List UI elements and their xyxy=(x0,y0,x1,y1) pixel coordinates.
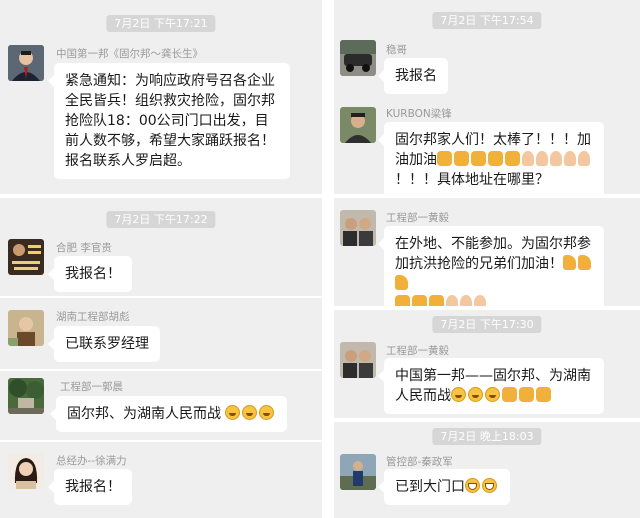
message-bubble[interactable]: 我报名！ xyxy=(48,256,132,292)
sender-name: 总经办--徐满力 xyxy=(56,455,127,467)
smiling-face-icon xyxy=(242,405,258,420)
praying-hands-icon xyxy=(460,295,472,306)
fist-icon xyxy=(471,151,486,166)
fist-icon xyxy=(454,151,469,166)
chat-panel: 7月2日 下午17:22 合肥 李官贵 我报名！ 湖南工程部胡彪 已联系罗经理 … xyxy=(0,198,322,518)
thumbs-up-icon xyxy=(563,255,576,270)
sender-name: 工程部一郭晨 xyxy=(60,381,123,393)
woman-avatar-icon xyxy=(8,453,44,489)
outdoor-avatar-icon xyxy=(340,454,376,490)
fist-icon xyxy=(488,151,503,166)
fist-icon xyxy=(395,295,410,306)
message-bubble[interactable]: 已到大门口 xyxy=(378,469,510,505)
message-bubble[interactable]: 中国第一邦——固尔邦、为湖南人民而战 xyxy=(378,358,604,414)
garden-avatar-icon xyxy=(8,378,44,414)
message-text: 已到大门口 xyxy=(395,479,465,495)
message-bubble[interactable]: 我报名 xyxy=(378,58,448,94)
thumbs-up-icon xyxy=(395,275,408,290)
message-bubble[interactable]: 固尔邦家人们！太棒了！！！加油加油！！！具体地址在哪里？ xyxy=(378,122,604,194)
praying-hands-icon xyxy=(522,151,534,166)
smiling-face-icon xyxy=(451,387,466,402)
praying-hands-icon xyxy=(578,151,590,166)
avatar[interactable] xyxy=(8,378,44,414)
fist-icon xyxy=(519,387,534,402)
divider xyxy=(0,440,322,442)
timestamp: 7月2日 下午17:54 xyxy=(432,12,542,29)
praying-hands-icon xyxy=(550,151,562,166)
smiling-face-icon xyxy=(485,387,500,402)
avatar[interactable] xyxy=(340,342,376,378)
grinning-face-icon xyxy=(465,478,480,493)
fist-icon xyxy=(429,295,444,306)
divider xyxy=(0,296,322,298)
child-avatar-icon xyxy=(8,310,44,346)
smiling-face-icon xyxy=(259,405,275,420)
timestamp: 7月2日 下午17:30 xyxy=(432,316,542,333)
fist-icon xyxy=(437,151,452,166)
message-bubble[interactable]: 在外地、不能参加。为固尔邦参加抗洪抢险的兄弟们加油！ xyxy=(378,226,604,306)
praying-hands-icon xyxy=(446,295,458,306)
fist-icon xyxy=(505,151,520,166)
sender-name: 湖南工程部胡彪 xyxy=(56,311,130,323)
avatar[interactable] xyxy=(340,210,376,246)
message-bubble[interactable]: 紧急通知：为响应政府号召各企业全民皆兵！组织救灾抢险，固尔邦抢险队18：00公司… xyxy=(48,63,290,179)
message-bubble[interactable]: 已联系罗经理 xyxy=(48,326,160,362)
sender-name: 管控部-秦政军 xyxy=(386,456,453,468)
praying-hands-icon xyxy=(474,295,486,306)
avatar[interactable] xyxy=(8,45,44,81)
avatar[interactable] xyxy=(340,107,376,143)
chat-panel: 7月2日 下午17:30 工程部一黄毅 中国第一邦——固尔邦、为湖南人民而战 xyxy=(334,310,640,418)
chat-panel: 7月2日 下午17:21 中国第一邦《固尔邦～龚长生》 紧急通知：为响应政府号召… xyxy=(0,0,322,194)
smiling-face-icon xyxy=(468,387,483,402)
message-text: 我报名 xyxy=(395,68,437,84)
group-avatar-icon xyxy=(340,342,376,378)
message-text: 固尔邦、为湖南人民而战 xyxy=(67,406,221,422)
message-bubble[interactable]: 我报名！ xyxy=(48,469,132,505)
message-bubble[interactable]: 固尔邦、为湖南人民而战 xyxy=(49,396,288,432)
timestamp: 7月2日 下午17:21 xyxy=(106,15,216,32)
sender-name: 工程部一黄毅 xyxy=(386,345,449,357)
praying-hands-icon xyxy=(564,151,576,166)
sender-name: 稳哥 xyxy=(386,44,407,56)
smiling-face-icon xyxy=(225,405,241,420)
chat-screenshot-left: 7月2日 下午17:21 中国第一邦《固尔邦～龚长生》 紧急通知：为响应政府号召… xyxy=(0,0,322,518)
fist-icon xyxy=(536,387,551,402)
group-avatar-icon xyxy=(340,210,376,246)
avatar[interactable] xyxy=(8,239,44,275)
chat-screenshot-right: 7月2日 下午17:54 稳哥 我报名 KURBON梁锋 固尔邦家人们！太棒了！… xyxy=(334,0,640,518)
fist-icon xyxy=(412,295,427,306)
chat-panel: 7月2日 下午17:54 稳哥 我报名 KURBON梁锋 固尔邦家人们！太棒了！… xyxy=(334,0,640,194)
avatar[interactable] xyxy=(340,454,376,490)
man-suit-avatar-icon xyxy=(8,45,44,81)
avatar[interactable] xyxy=(340,40,376,76)
car-avatar-icon xyxy=(340,40,376,76)
sender-name: KURBON梁锋 xyxy=(386,108,452,120)
portrait-avatar-icon xyxy=(340,107,376,143)
thumbs-up-icon xyxy=(578,255,591,270)
avatar[interactable] xyxy=(8,310,44,346)
chat-panel: 工程部一黄毅 在外地、不能参加。为固尔邦参加抗洪抢险的兄弟们加油！ xyxy=(334,198,640,306)
fist-icon xyxy=(502,387,517,402)
timestamp: 7月2日 晚上18:03 xyxy=(432,428,542,445)
timestamp: 7月2日 下午17:22 xyxy=(106,211,216,228)
sender-name: 合肥 李官贵 xyxy=(56,242,112,254)
message-text: 我报名！ xyxy=(65,266,121,282)
sender-name: 中国第一邦《固尔邦～龚长生》 xyxy=(56,48,203,60)
praying-hands-icon xyxy=(536,151,548,166)
poster-avatar-icon xyxy=(8,239,44,275)
message-text: 我报名！ xyxy=(65,479,121,495)
grinning-face-icon xyxy=(482,478,497,493)
sender-name: 工程部一黄毅 xyxy=(386,212,449,224)
message-text: 紧急通知：为响应政府号召各企业全民皆兵！组织救灾抢险，固尔邦抢险队18：00公司… xyxy=(65,73,275,169)
divider xyxy=(0,369,322,371)
message-text: 在外地、不能参加。为固尔邦参加抗洪抢险的兄弟们加油！ xyxy=(395,236,591,272)
message-text: 已联系罗经理 xyxy=(65,336,149,352)
message-text: ！！！具体地址在哪里？ xyxy=(395,172,549,188)
avatar[interactable] xyxy=(8,453,44,489)
chat-panel: 7月2日 晚上18:03 管控部-秦政军 已到大门口 xyxy=(334,422,640,518)
